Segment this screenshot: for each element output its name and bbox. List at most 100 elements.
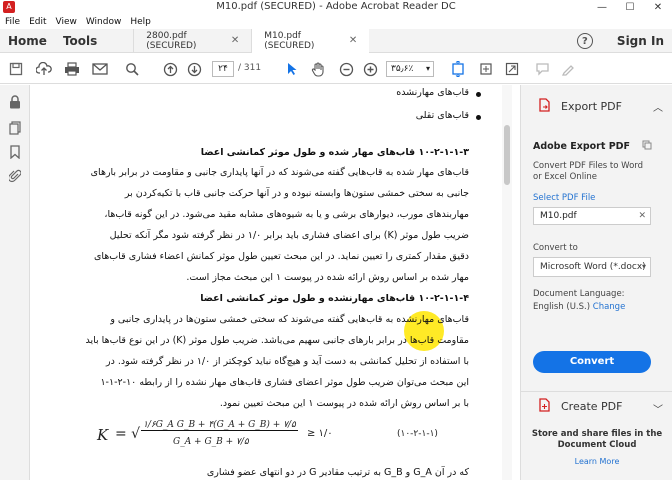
- minimize-button[interactable]: —: [588, 0, 616, 14]
- document-viewer[interactable]: قاب‌های مهارنشده قاب‌های تقلی ۱۰-۲-۱-۱-۳…: [31, 85, 509, 480]
- cloud-promo-line: Store and share files in the: [531, 429, 663, 439]
- selected-file-field[interactable]: M10.pdf ✕: [533, 207, 651, 225]
- highlight-pen-icon[interactable]: [558, 59, 578, 79]
- convert-to-select[interactable]: Microsoft Word (*.docx) ▾: [533, 257, 651, 277]
- create-pdf-header[interactable]: Create PDF ﹀: [521, 393, 672, 419]
- zoom-out-icon[interactable]: [336, 59, 356, 79]
- paragraph-line: ضریب طول موثر (K) برای اعضای فشاری باید …: [109, 230, 469, 241]
- select-cursor-icon[interactable]: [282, 59, 302, 79]
- menu-edit[interactable]: Edit: [29, 17, 46, 27]
- left-navigation-rail: [0, 85, 30, 480]
- document-scrollbar[interactable]: [502, 85, 512, 480]
- rotate-view-icon[interactable]: [476, 59, 496, 79]
- paragraph-line: با استفاده از تحلیل کمانشی به دست آید و …: [106, 356, 469, 367]
- fit-page-icon[interactable]: [448, 59, 468, 79]
- export-description: Convert PDF Files to Word: [533, 161, 644, 171]
- tab-2800-pdf[interactable]: 2800.pdf (SECURED) ✕: [133, 28, 251, 53]
- language-label: Document Language:: [533, 289, 625, 299]
- document-cloud-promo: Store and share files in the Document Cl…: [521, 429, 672, 451]
- bookmark-icon[interactable]: [8, 145, 22, 159]
- equation-sign: = √: [115, 426, 141, 442]
- paragraph-line: قاب‌های مهارنشده به قاب‌هایی گفته می‌شون…: [110, 314, 469, 325]
- search-icon[interactable]: [122, 59, 142, 79]
- clear-file-icon[interactable]: ✕: [638, 208, 646, 224]
- close-tab-icon[interactable]: ✕: [349, 35, 357, 46]
- tab-m10-pdf[interactable]: M10.pdf (SECURED) ✕: [251, 28, 370, 53]
- hand-tool-icon[interactable]: [308, 59, 328, 79]
- print-icon[interactable]: [62, 59, 82, 79]
- bullet-marker: [476, 115, 481, 120]
- paragraph-line: جانبی به سختی خمشی ستون‌ها وابسته نبوده …: [124, 188, 469, 199]
- tab-bar: Home Tools 2800.pdf (SECURED) ✕ M10.pdf …: [0, 28, 672, 53]
- zoom-level-select[interactable]: ۳۵٫۶٪ ▾: [386, 61, 434, 77]
- pin-icon[interactable]: [642, 140, 652, 153]
- menu-file[interactable]: File: [5, 17, 20, 27]
- page-thumbnails-icon[interactable]: [8, 121, 22, 135]
- window-title: M10.pdf (SECURED) - Adobe Acrobat Reader…: [216, 1, 456, 12]
- menu-window[interactable]: Window: [86, 17, 122, 27]
- export-title: Adobe Export PDF: [533, 141, 631, 152]
- chevron-up-icon[interactable]: ︿: [653, 99, 663, 114]
- equation-numerator: ۱/۶G_A G_B + ۴(G_A + G_B) + ۷/۵: [141, 420, 298, 431]
- paragraph-line: با بر اساس روش ارائه شده در پیوست ۱ این …: [219, 398, 469, 409]
- equation: K = √ ۱/۶G_A G_B + ۴(G_A + G_B) + ۷/۵ G_…: [97, 420, 497, 456]
- chevron-down-icon: ▾: [425, 64, 430, 73]
- export-description: or Excel Online: [533, 172, 598, 182]
- export-pdf-header[interactable]: Export PDF ︿: [521, 85, 672, 127]
- change-language-link[interactable]: Change: [593, 302, 626, 312]
- paragraph-line: دقیق مقدار کمتری را تعیین نماید. در این …: [93, 251, 469, 262]
- close-tab-icon[interactable]: ✕: [231, 35, 239, 46]
- maximize-button[interactable]: ☐: [616, 0, 644, 14]
- menu-bar: File Edit View Window Help: [0, 14, 672, 29]
- equation-rhs: ≥ ۱/۰: [307, 428, 333, 439]
- help-icon[interactable]: ?: [576, 33, 593, 49]
- paragraph-line: این مبحث می‌توان ضریب طول موثر اعضای فشا…: [100, 377, 469, 388]
- attachment-icon[interactable]: [8, 169, 22, 183]
- menu-help[interactable]: Help: [130, 17, 151, 27]
- cloud-upload-icon[interactable]: [34, 59, 54, 79]
- page-number-input[interactable]: ۲۴: [212, 61, 234, 77]
- chevron-down-icon: ▾: [641, 262, 646, 271]
- scrollbar-thumb[interactable]: [504, 125, 510, 185]
- full-screen-icon[interactable]: [502, 59, 522, 79]
- paragraph-line: که در آن G_A و G_B به ترتیب مقادیر G در …: [206, 467, 469, 478]
- convert-to-label: Convert to: [533, 243, 578, 253]
- bullet-item: قاب‌های مهارنشده: [396, 87, 469, 98]
- close-window-button[interactable]: ✕: [644, 0, 672, 14]
- section-heading: ۱۰-۲-۱-۱-۳ قاب‌های مهار شده و طول موثر ک…: [200, 147, 469, 158]
- page-total: / 311: [238, 63, 262, 73]
- title-bar: A M10.pdf (SECURED) - Adobe Acrobat Read…: [0, 0, 672, 14]
- toolbar: ۲۴ / 311 ۳۵٫۶٪ ▾: [0, 54, 672, 84]
- sign-in-button[interactable]: Sign In: [617, 34, 664, 48]
- zoom-in-icon[interactable]: [360, 59, 380, 79]
- acrobat-app-icon: A: [3, 1, 15, 13]
- paragraph-line: قاب‌های مهار شده به قاب‌هایی گفته می‌شون…: [90, 167, 469, 178]
- bullet-marker: [476, 92, 481, 97]
- export-pdf-label: Export PDF: [561, 99, 622, 113]
- chevron-down-icon[interactable]: ﹀: [653, 401, 663, 416]
- next-page-icon[interactable]: [184, 59, 204, 79]
- save-icon[interactable]: [6, 59, 26, 79]
- equation-denominator: G_A + G_B + ۷/۵: [173, 437, 249, 447]
- cloud-promo-line: Document Cloud: [557, 440, 637, 450]
- bullet-item: قاب‌های تقلی: [415, 110, 469, 121]
- equation-lhs: K: [97, 426, 109, 444]
- convert-button[interactable]: Convert: [533, 351, 651, 373]
- create-pdf-label: Create PDF: [561, 399, 623, 413]
- nav-home[interactable]: Home: [0, 34, 55, 48]
- comment-icon[interactable]: [532, 59, 552, 79]
- divider: [521, 391, 672, 392]
- email-icon[interactable]: [90, 59, 110, 79]
- learn-more-link[interactable]: Learn More: [521, 457, 672, 466]
- menu-view[interactable]: View: [56, 17, 77, 27]
- tab-label: 2800.pdf (SECURED): [146, 30, 197, 51]
- previous-page-icon[interactable]: [160, 59, 180, 79]
- language-value: English (U.S.): [533, 302, 591, 312]
- language-row: English (U.S.) Change: [533, 302, 625, 312]
- section-heading: ۱۰-۲-۱-۱-۴ قاب‌های مهارنشده و طول موثر ک…: [200, 293, 469, 304]
- select-pdf-file-link[interactable]: Select PDF File: [533, 193, 595, 203]
- lock-icon[interactable]: [8, 95, 22, 109]
- convert-to-value: Microsoft Word (*.docx): [540, 262, 646, 272]
- nav-tools[interactable]: Tools: [55, 34, 105, 48]
- export-pdf-icon: [539, 97, 551, 115]
